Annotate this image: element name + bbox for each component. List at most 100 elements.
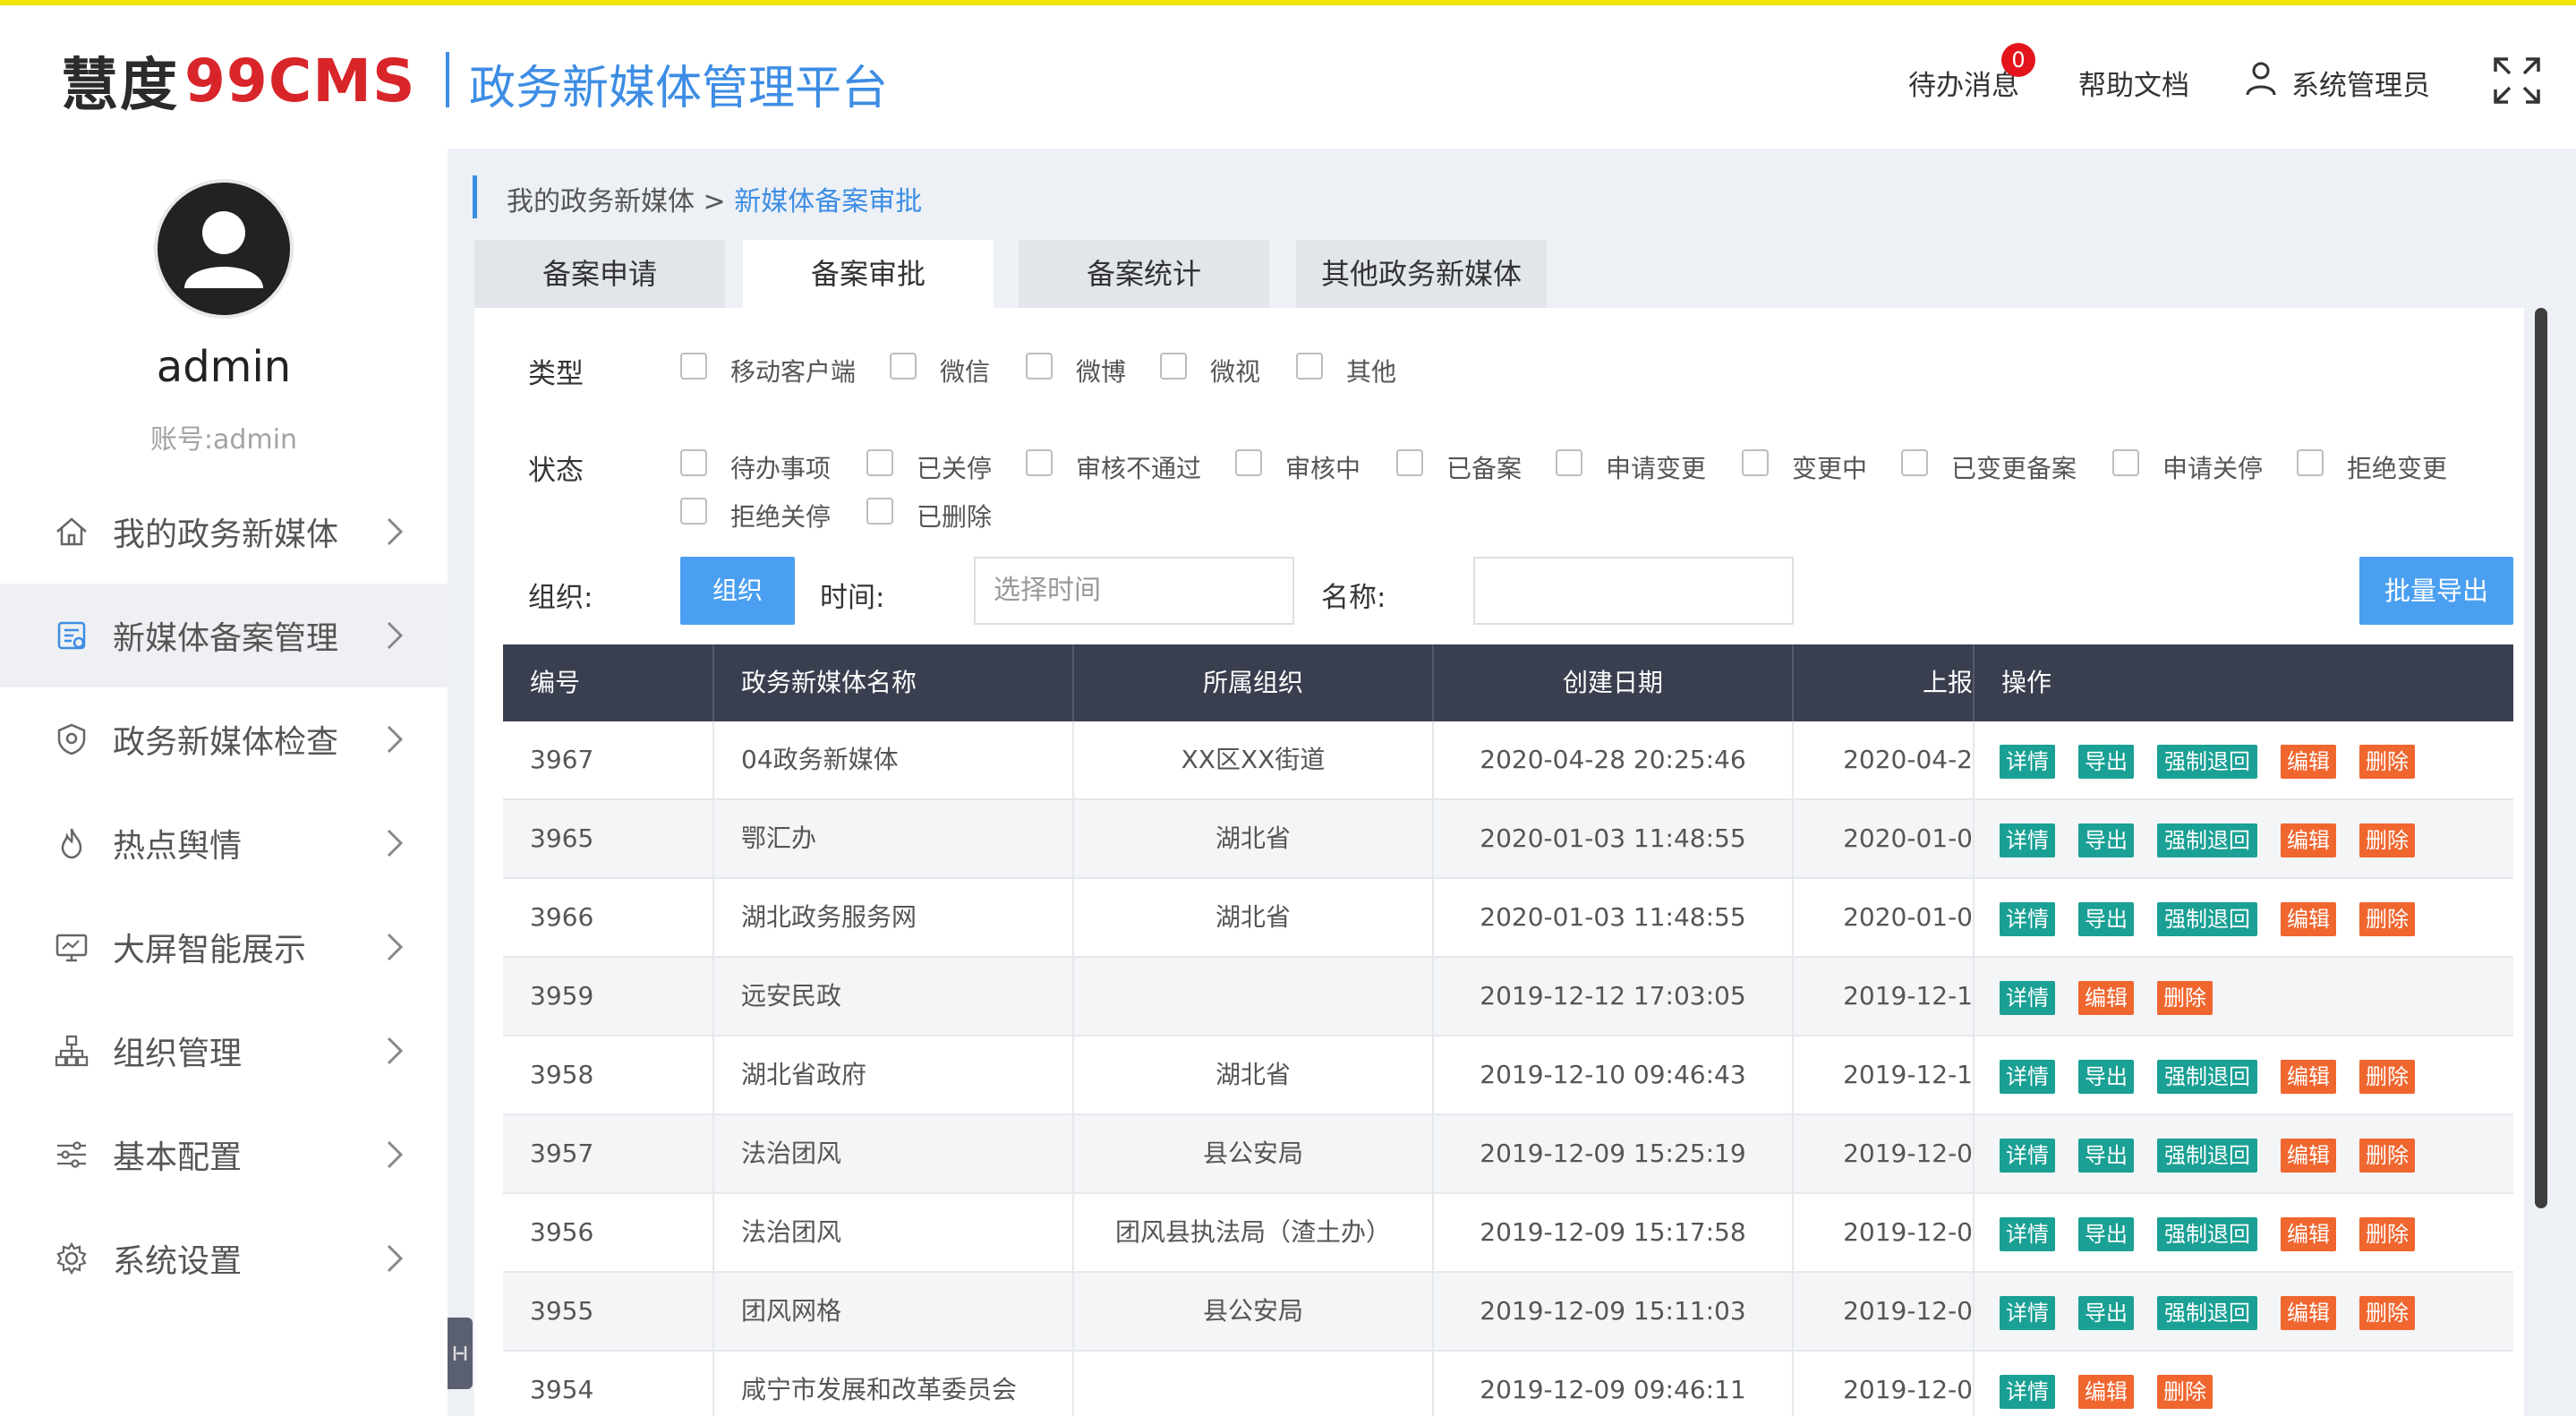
cell-created: 2020-01-03 11:48:55 bbox=[1434, 800, 1794, 877]
type-checkbox[interactable] bbox=[1026, 353, 1053, 380]
row-action-button[interactable]: 导出 bbox=[2078, 1060, 2134, 1094]
sidebar-item-system-settings[interactable]: 系统设置 bbox=[0, 1207, 448, 1310]
row-action-button[interactable]: 删除 bbox=[2359, 1296, 2415, 1330]
status-checkbox[interactable] bbox=[866, 498, 893, 525]
row-action-button[interactable]: 编辑 bbox=[2281, 1060, 2336, 1094]
status-checkbox[interactable] bbox=[2112, 449, 2139, 476]
row-action-button[interactable]: 编辑 bbox=[2281, 823, 2336, 857]
type-checkbox[interactable] bbox=[1296, 353, 1323, 380]
row-action-button[interactable]: 删除 bbox=[2359, 1060, 2415, 1094]
row-action-button[interactable]: 删除 bbox=[2359, 745, 2415, 779]
sidebar-item-record-management[interactable]: 新媒体备案管理 bbox=[0, 584, 448, 687]
batch-export-button[interactable]: 批量导出 bbox=[2359, 557, 2513, 625]
type-option-label: 其他 bbox=[1346, 357, 1397, 387]
row-action-button[interactable]: 删除 bbox=[2359, 1217, 2415, 1251]
status-checkbox[interactable] bbox=[1396, 449, 1423, 476]
type-checkbox[interactable] bbox=[680, 353, 707, 380]
monitor-icon bbox=[55, 934, 88, 962]
row-action-button[interactable]: 删除 bbox=[2359, 1139, 2415, 1173]
status-checkbox[interactable] bbox=[1556, 449, 1582, 476]
cell-id: 3957 bbox=[503, 1115, 714, 1192]
type-option-label: 微信 bbox=[940, 357, 991, 387]
row-action-button[interactable]: 编辑 bbox=[2078, 981, 2134, 1015]
row-action-button[interactable]: 详情 bbox=[2000, 902, 2055, 936]
row-action-button[interactable]: 删除 bbox=[2359, 823, 2415, 857]
chevron-right-icon bbox=[387, 829, 404, 857]
row-action-button[interactable]: 详情 bbox=[2000, 745, 2055, 779]
fullscreen-icon[interactable] bbox=[2494, 57, 2540, 104]
type-option-label: 移动客户端 bbox=[730, 357, 857, 387]
status-option-label: 已备案 bbox=[1446, 454, 1523, 483]
row-action-button[interactable]: 编辑 bbox=[2281, 1296, 2336, 1330]
sidebar-collapse-handle[interactable] bbox=[448, 1318, 473, 1389]
status-checkbox[interactable] bbox=[680, 498, 707, 525]
row-action-button[interactable]: 详情 bbox=[2000, 823, 2055, 857]
name-search-input[interactable] bbox=[1473, 557, 1794, 625]
sidebar-item-basic-config[interactable]: 基本配置 bbox=[0, 1103, 448, 1207]
row-action-button[interactable]: 导出 bbox=[2078, 902, 2134, 936]
row-action-button[interactable]: 详情 bbox=[2000, 1217, 2055, 1251]
brand-logo[interactable]: 慧度 99CMS bbox=[61, 45, 416, 120]
row-action-button[interactable]: 编辑 bbox=[2281, 745, 2336, 779]
time-picker-input[interactable]: 选择时间 bbox=[974, 557, 1294, 625]
row-action-button[interactable]: 删除 bbox=[2157, 1375, 2213, 1409]
sidebar-item-media-inspection[interactable]: 政务新媒体检查 bbox=[0, 687, 448, 791]
sidebar-item-big-screen[interactable]: 大屏智能展示 bbox=[0, 895, 448, 999]
avatar-person-icon bbox=[184, 211, 263, 288]
row-action-button[interactable]: 删除 bbox=[2157, 981, 2213, 1015]
status-checkbox[interactable] bbox=[1901, 449, 1928, 476]
status-checkbox[interactable] bbox=[866, 449, 893, 476]
row-action-button[interactable]: 详情 bbox=[2000, 1060, 2055, 1094]
row-action-button[interactable]: 编辑 bbox=[2281, 1139, 2336, 1173]
status-option-label: 审核不通过 bbox=[1076, 454, 1202, 483]
row-action-button[interactable]: 详情 bbox=[2000, 1139, 2055, 1173]
row-action-button[interactable]: 强制退回 bbox=[2157, 1060, 2257, 1094]
row-action-button[interactable]: 强制退回 bbox=[2157, 1217, 2257, 1251]
row-action-button[interactable]: 删除 bbox=[2359, 902, 2415, 936]
status-checkbox[interactable] bbox=[2297, 449, 2324, 476]
home-icon bbox=[56, 517, 87, 546]
vertical-scrollbar[interactable] bbox=[2535, 308, 2547, 1208]
status-checkbox[interactable] bbox=[1235, 449, 1262, 476]
sidebar-item-org-management[interactable]: 组织管理 bbox=[0, 999, 448, 1103]
row-action-button[interactable]: 编辑 bbox=[2281, 902, 2336, 936]
cell-id: 3956 bbox=[503, 1194, 714, 1271]
status-checkbox[interactable] bbox=[1026, 449, 1053, 476]
tab-record-stats[interactable]: 备案统计 bbox=[1019, 240, 1269, 308]
row-action-button[interactable]: 详情 bbox=[2000, 981, 2055, 1015]
cell-id: 3966 bbox=[503, 879, 714, 956]
row-action-button[interactable]: 导出 bbox=[2078, 745, 2134, 779]
status-checkbox[interactable] bbox=[1742, 449, 1769, 476]
avatar[interactable] bbox=[154, 179, 294, 319]
tab-other-media[interactable]: 其他政务新媒体 bbox=[1296, 240, 1547, 308]
cell-id: 3958 bbox=[503, 1036, 714, 1113]
org-select-button[interactable]: 组织 bbox=[680, 557, 795, 625]
row-action-button[interactable]: 强制退回 bbox=[2157, 1139, 2257, 1173]
user-menu[interactable]: 系统管理员 bbox=[2291, 63, 2430, 103]
row-action-button[interactable]: 导出 bbox=[2078, 1296, 2134, 1330]
help-docs-link[interactable]: 帮助文档 bbox=[2078, 63, 2189, 103]
row-action-button[interactable]: 强制退回 bbox=[2157, 902, 2257, 936]
org-filter-label: 组织: bbox=[528, 582, 593, 614]
row-action-button[interactable]: 导出 bbox=[2078, 1139, 2134, 1173]
type-checkbox[interactable] bbox=[1160, 353, 1187, 380]
tab-record-apply[interactable]: 备案申请 bbox=[474, 240, 725, 308]
breadcrumb-parent[interactable]: 我的政务新媒体 bbox=[507, 186, 695, 218]
row-action-button[interactable]: 导出 bbox=[2078, 1217, 2134, 1251]
row-action-button[interactable]: 强制退回 bbox=[2157, 1296, 2257, 1330]
row-action-button[interactable]: 强制退回 bbox=[2157, 745, 2257, 779]
status-checkbox[interactable] bbox=[680, 449, 707, 476]
cell-created: 2019-12-09 15:25:19 bbox=[1434, 1115, 1794, 1192]
row-action-button[interactable]: 详情 bbox=[2000, 1296, 2055, 1330]
row-action-button[interactable]: 编辑 bbox=[2281, 1217, 2336, 1251]
row-action-button[interactable]: 强制退回 bbox=[2157, 823, 2257, 857]
tab-record-approval[interactable]: 备案审批 bbox=[743, 240, 994, 308]
type-checkbox[interactable] bbox=[890, 353, 917, 380]
cell-name: 团风网格 bbox=[714, 1273, 1074, 1350]
todo-messages-link[interactable]: 待办消息 bbox=[1908, 63, 2019, 103]
sidebar-item-hot-opinion[interactable]: 热点舆情 bbox=[0, 791, 448, 895]
row-action-button[interactable]: 导出 bbox=[2078, 823, 2134, 857]
row-action-button[interactable]: 编辑 bbox=[2078, 1375, 2134, 1409]
row-action-button[interactable]: 详情 bbox=[2000, 1375, 2055, 1409]
sidebar-item-my-media[interactable]: 我的政务新媒体 bbox=[0, 480, 448, 584]
